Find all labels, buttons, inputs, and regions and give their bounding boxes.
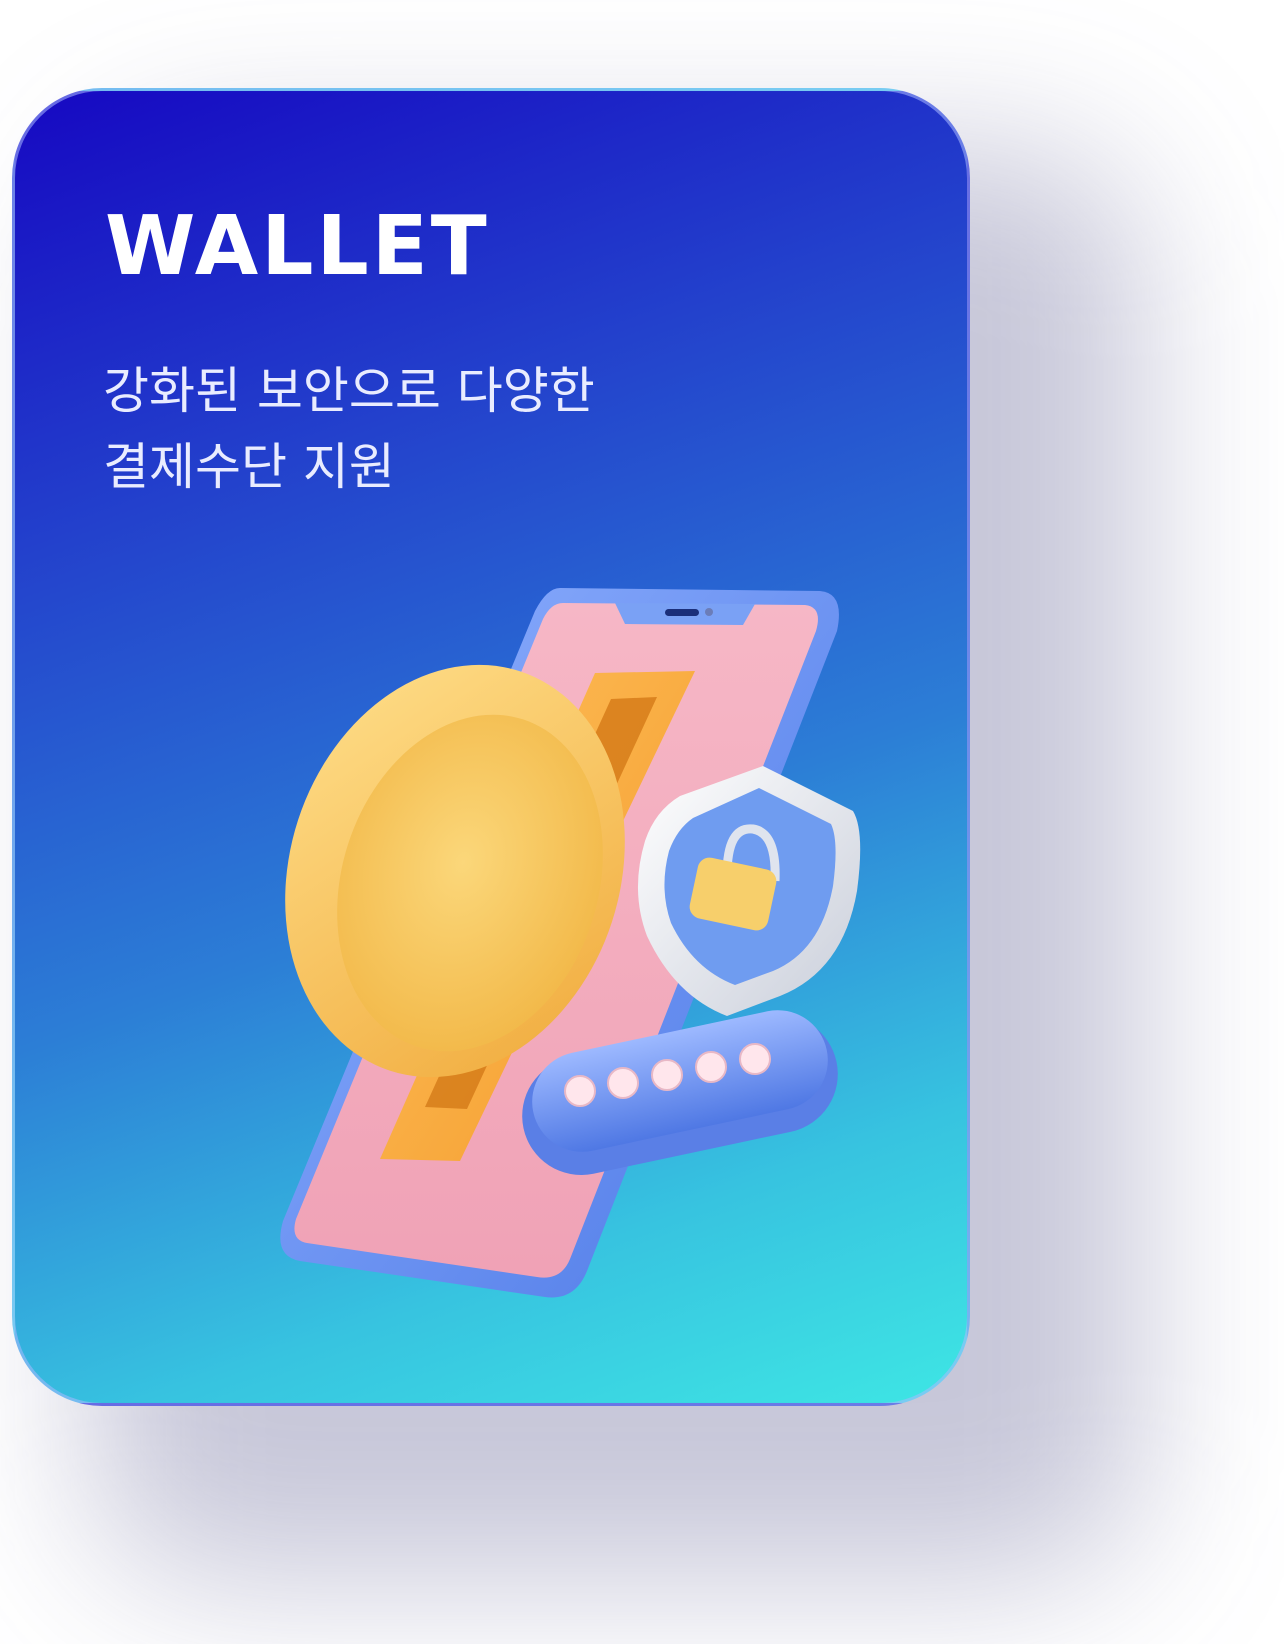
wallet-card[interactable]: WALLET 강화된 보안으로 다양한 결제수단 지원 bbox=[12, 88, 970, 1406]
wallet-illustration bbox=[280, 588, 861, 1298]
